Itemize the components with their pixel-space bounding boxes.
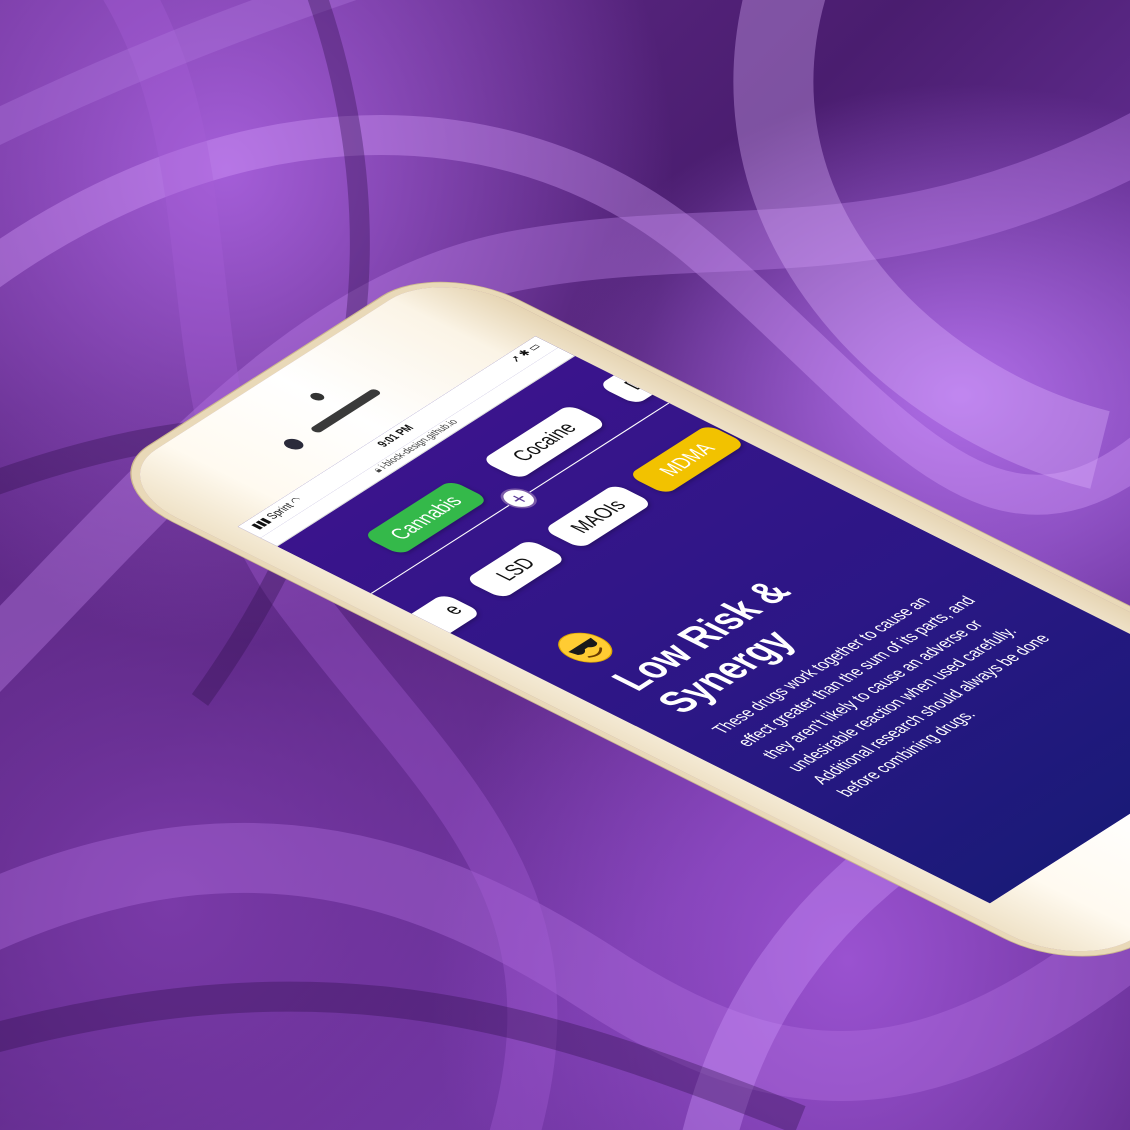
pill-top-0[interactable]: Cannabis (362, 479, 490, 556)
sunglasses-face-icon (558, 632, 613, 663)
front-camera-icon (280, 436, 308, 452)
pill-bottom-1[interactable]: LSD (464, 538, 568, 600)
pill-bottom-2[interactable]: MAOIs (542, 483, 654, 550)
proximity-sensor (307, 391, 327, 403)
background-scene: ▮▮▮ Sprint ◠ 9:01 PM ➚ ✱ ▭ 🔒︎ i-block-de… (0, 0, 1130, 1130)
pill-top-1[interactable]: Cocaine (480, 404, 608, 480)
pill-bottom-3[interactable]: MDMA (627, 424, 747, 495)
